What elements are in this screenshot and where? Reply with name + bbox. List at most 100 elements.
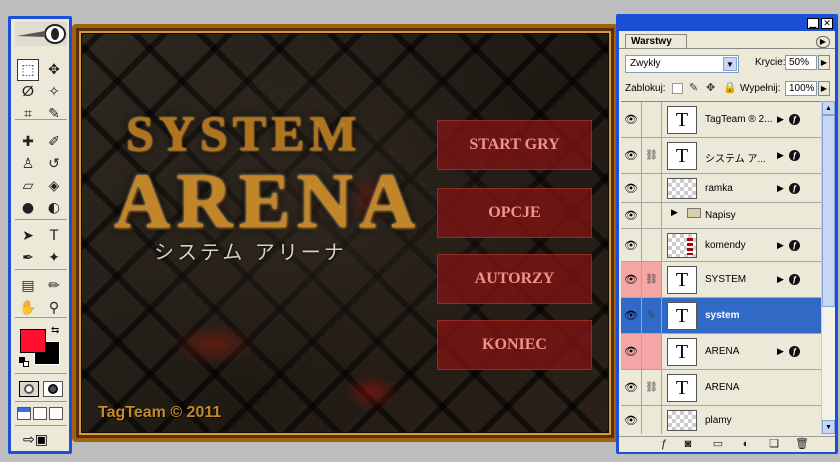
paint-bucket-tool-icon[interactable]: ◈ — [43, 175, 65, 197]
layer-effects-icon[interactable]: ƒ — [789, 114, 800, 125]
link-slot[interactable] — [642, 334, 662, 369]
photoshop-feather-logo-icon[interactable] — [15, 22, 67, 46]
expand-effects-icon[interactable]: ▶ — [777, 150, 784, 161]
layer-effects-icon[interactable]: ƒ — [789, 183, 800, 194]
full-screen-menu-mode-button[interactable] — [33, 407, 47, 420]
type-tool-icon[interactable]: T — [43, 225, 65, 247]
dodge-tool-icon[interactable]: ◐ — [43, 197, 65, 219]
opacity-field[interactable]: 50% — [785, 55, 817, 70]
expand-effects-icon[interactable]: ▶ — [777, 240, 784, 251]
document-canvas[interactable]: SYSTEM ARENA システム アリーナ START GRY OPCJE A… — [72, 24, 618, 442]
expand-effects-icon[interactable]: ▶ — [777, 274, 784, 285]
pen-tool-icon[interactable]: ✒ — [17, 247, 39, 269]
new-adjustment-layer-icon[interactable]: ◐ — [739, 438, 753, 451]
scroll-thumb[interactable] — [822, 115, 835, 307]
default-colors-icon[interactable] — [19, 357, 29, 367]
layer-row[interactable]: 👁 ✎ Tsystem — [621, 298, 821, 334]
quit-button[interactable]: KONIEC — [437, 320, 592, 370]
link-slot[interactable] — [642, 174, 662, 202]
authors-button[interactable]: AUTORZY — [437, 254, 592, 304]
zoom-tool-icon[interactable]: ⚲ — [43, 297, 65, 319]
lock-pixels-brush-icon[interactable]: ✎ — [689, 83, 700, 94]
visibility-eye-icon[interactable]: 👁 — [621, 229, 642, 261]
minimize-icon[interactable]: ▁ — [807, 18, 819, 29]
visibility-eye-icon[interactable]: 👁 — [621, 370, 642, 405]
link-icon[interactable]: ⛓ — [642, 262, 662, 297]
layer-row[interactable]: 👁 ⛓ T システム ア... ▶ ƒ — [621, 138, 821, 174]
brush-tool-icon[interactable]: ✐ — [43, 131, 65, 153]
lock-position-move-icon[interactable]: ✥ — [706, 83, 717, 94]
blur-tool-icon[interactable]: ● — [17, 197, 39, 219]
chevron-down-icon[interactable]: ▼ — [723, 57, 737, 71]
path-selection-tool-icon[interactable]: ➤ — [17, 225, 39, 247]
scroll-down-icon[interactable]: ▼ — [822, 420, 835, 434]
layer-effects-icon[interactable]: ƒ — [789, 240, 800, 251]
layer-row[interactable]: 👁 T ARENA ▶ ƒ — [621, 334, 821, 370]
layer-row[interactable]: 👁 plamy — [621, 406, 821, 434]
link-slot[interactable] — [642, 102, 662, 137]
layer-effects-icon[interactable]: ƒ — [789, 274, 800, 285]
hand-tool-icon[interactable]: ✋ — [17, 297, 39, 319]
slice-tool-icon[interactable]: ✎ — [43, 103, 65, 125]
visibility-eye-icon[interactable]: 👁 — [621, 138, 642, 173]
new-layer-icon[interactable]: ❏ — [767, 438, 781, 451]
scroll-up-icon[interactable]: ▲ — [822, 101, 835, 115]
layer-row[interactable]: 👁 komendy ▶ ƒ — [621, 229, 821, 262]
close-icon[interactable]: ✕ — [821, 18, 833, 29]
clone-stamp-tool-icon[interactable]: ♙ — [17, 153, 39, 175]
link-icon[interactable]: ⛓ — [642, 370, 662, 405]
shape-tool-icon[interactable]: ✦ — [43, 247, 65, 269]
marquee-tool-icon[interactable]: ⬚ — [17, 59, 39, 81]
new-group-icon[interactable]: ▭ — [711, 438, 725, 451]
expand-effects-icon[interactable]: ▶ — [777, 114, 784, 125]
fill-slider-arrow-icon[interactable]: ▶ — [818, 81, 830, 96]
tab-layers[interactable]: Warstwy — [625, 34, 687, 49]
foreground-color-swatch[interactable] — [20, 329, 46, 353]
layer-row[interactable]: 👁 ▶ Napisy — [621, 203, 821, 229]
swap-colors-icon[interactable]: ⇆ — [51, 325, 59, 336]
layer-row[interactable]: 👁 T TagTeam ® 2... ▶ ƒ — [621, 102, 821, 138]
visibility-eye-icon[interactable]: 👁 — [621, 406, 642, 434]
lock-transparency-checkbox[interactable] — [672, 83, 683, 94]
start-game-button[interactable]: START GRY — [437, 120, 592, 170]
move-tool-icon[interactable]: ✥ — [43, 59, 65, 81]
visibility-eye-icon[interactable]: 👁 — [621, 298, 642, 333]
layer-row[interactable]: 👁 ⛓ T ARENA — [621, 370, 821, 406]
magic-wand-tool-icon[interactable]: ✧ — [43, 81, 65, 103]
active-brush-icon[interactable]: ✎ — [642, 298, 662, 333]
delete-layer-icon[interactable]: 🗑 — [795, 438, 809, 451]
visibility-eye-icon[interactable]: 👁 — [621, 334, 642, 369]
panel-menu-icon[interactable]: ▶ — [816, 36, 830, 48]
link-slot[interactable] — [642, 203, 662, 228]
options-button[interactable]: OPCJE — [437, 188, 592, 238]
fill-field[interactable]: 100% — [785, 81, 817, 96]
notes-tool-icon[interactable]: ▤ — [17, 275, 39, 297]
add-layer-style-icon[interactable]: ƒ — [657, 438, 671, 451]
visibility-eye-icon[interactable]: 👁 — [621, 203, 642, 228]
link-slot[interactable] — [642, 229, 662, 261]
layer-row[interactable]: 👁 ⛓ T SYSTEM ▶ ƒ — [621, 262, 821, 298]
jump-to-imageready-icon[interactable]: ⇨▣ — [23, 431, 61, 451]
layer-effects-icon[interactable]: ƒ — [789, 346, 800, 357]
visibility-eye-icon[interactable]: 👁 — [621, 262, 642, 297]
eyedropper-tool-icon[interactable]: ✏ — [43, 275, 65, 297]
full-screen-mode-button[interactable] — [49, 407, 63, 420]
blend-mode-select[interactable]: Zwykły ▼ — [625, 55, 739, 73]
quick-mask-mode-button[interactable] — [43, 381, 63, 397]
history-brush-tool-icon[interactable]: ↺ — [43, 153, 65, 175]
crop-tool-icon[interactable]: ⌗ — [17, 103, 39, 125]
visibility-eye-icon[interactable]: 👁 — [621, 102, 642, 137]
expand-effects-icon[interactable]: ▶ — [777, 346, 784, 357]
lock-all-padlock-icon[interactable]: 🔒 — [723, 83, 737, 94]
link-icon[interactable]: ⛓ — [642, 138, 662, 173]
opacity-slider-arrow-icon[interactable]: ▶ — [818, 55, 830, 70]
visibility-eye-icon[interactable]: 👁 — [621, 174, 642, 202]
layer-row[interactable]: 👁 ramka ▶ ƒ — [621, 174, 821, 203]
standard-screen-mode-button[interactable] — [17, 407, 31, 420]
healing-brush-tool-icon[interactable]: ✚ — [17, 131, 39, 153]
add-mask-icon[interactable]: ◙ — [681, 438, 695, 451]
link-slot[interactable] — [642, 406, 662, 434]
layers-scrollbar[interactable]: ▲ ▼ — [821, 101, 835, 434]
expand-group-icon[interactable]: ▶ — [671, 207, 678, 218]
standard-mode-button[interactable] — [19, 381, 39, 397]
